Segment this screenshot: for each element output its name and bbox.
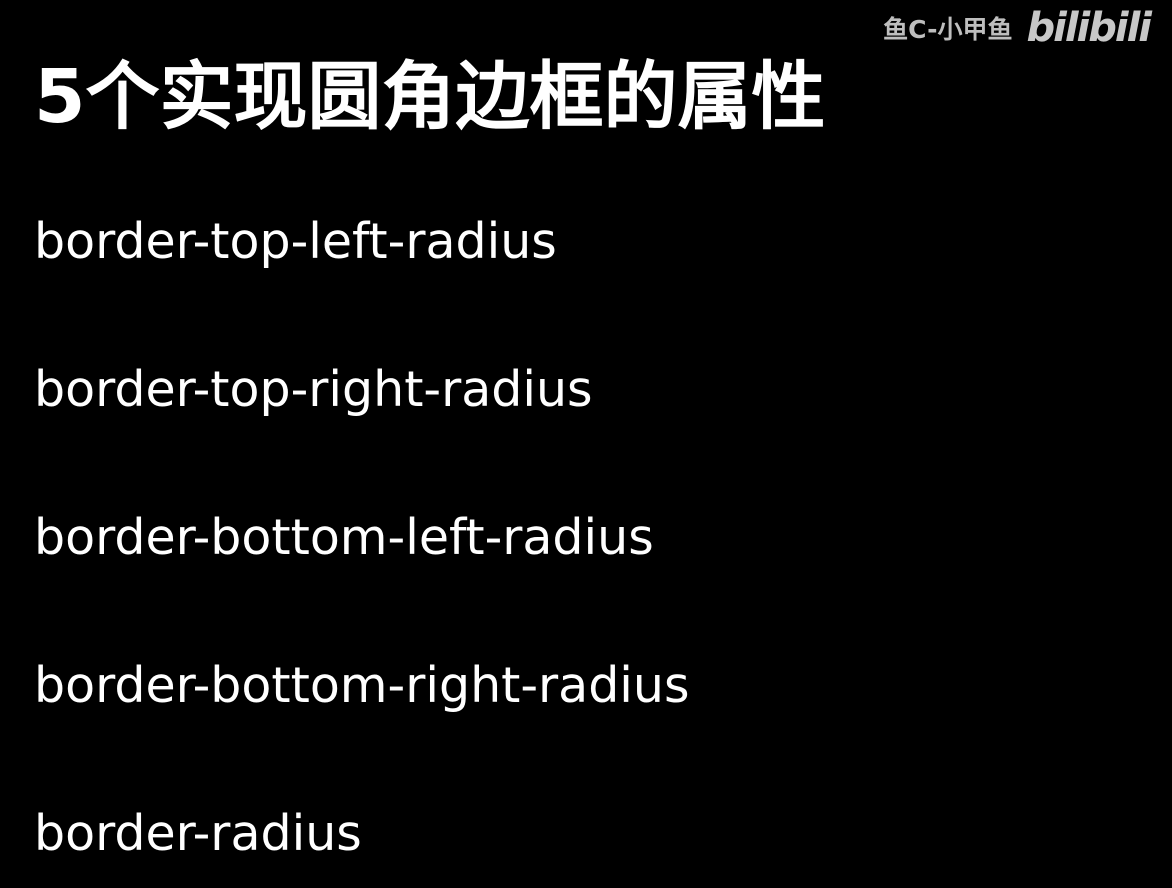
property-list: border-top-left-radius border-top-right-… xyxy=(34,212,690,864)
property-item-border-top-right-radius: border-top-right-radius xyxy=(34,361,593,418)
property-item-border-radius: border-radius xyxy=(34,805,362,862)
slide-title: 5个实现圆角边框的属性 xyxy=(34,54,826,140)
property-item-border-bottom-right-radius: border-bottom-right-radius xyxy=(34,657,690,714)
watermark: 鱼C-小甲鱼 bilibili xyxy=(883,5,1152,51)
slide: 鱼C-小甲鱼 bilibili 5个实现圆角边框的属性 border-top-l… xyxy=(0,0,1172,888)
property-item-border-top-left-radius: border-top-left-radius xyxy=(34,213,557,270)
property-item-border-bottom-left-radius: border-bottom-left-radius xyxy=(34,509,654,566)
watermark-author: 鱼C-小甲鱼 xyxy=(883,15,1013,44)
bilibili-logo-icon: bilibili xyxy=(1026,5,1152,51)
